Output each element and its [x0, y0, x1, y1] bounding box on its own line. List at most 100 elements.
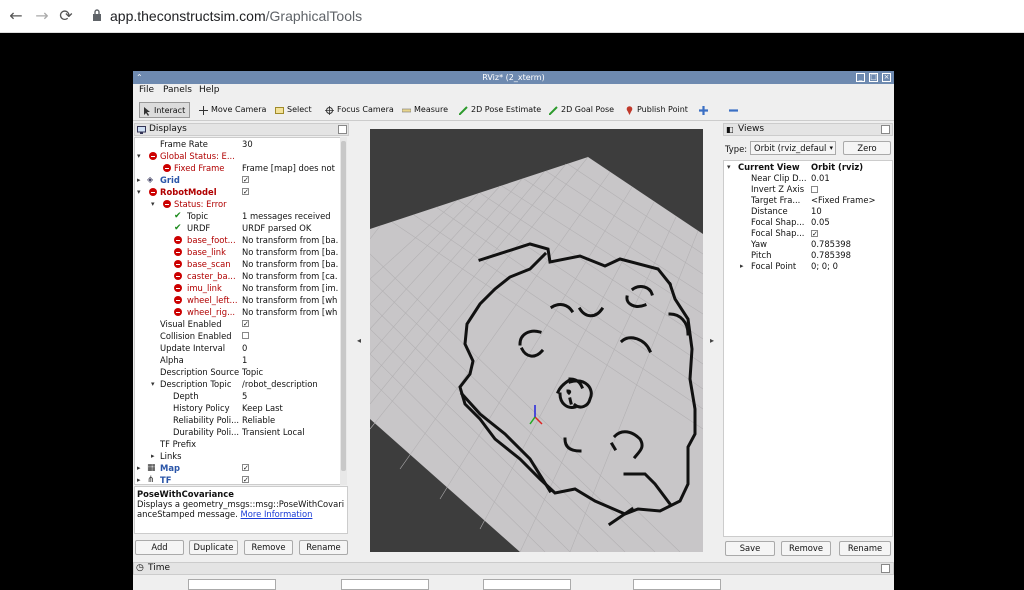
collapse-right-icon[interactable]: ▸	[710, 336, 714, 345]
expand-arrow-icon[interactable]: ▸	[740, 261, 744, 272]
tree-row-update-interval[interactable]: Update Interval 0	[135, 342, 340, 354]
grid-enabled-checkbox[interactable]: ✓	[242, 176, 249, 184]
rename-display-button[interactable]: Rename	[299, 540, 348, 555]
alpha-value[interactable]: 1	[242, 354, 338, 366]
tree-row-topic-status[interactable]: ✔ Topic 1 messages received	[135, 210, 340, 222]
remove-tool-button[interactable]	[729, 102, 741, 118]
distance-value[interactable]: 10	[811, 206, 891, 217]
view-type-select[interactable]: Orbit (rviz_defaul ▾	[750, 141, 836, 155]
select-tool-button[interactable]: Select	[275, 102, 312, 118]
menu-panels[interactable]: Panels	[163, 85, 192, 95]
add-display-button[interactable]: Add	[135, 540, 184, 555]
displays-scrollbar[interactable]	[340, 137, 347, 485]
reliability-policy-value[interactable]: Reliable	[242, 414, 338, 426]
time-undock-button[interactable]	[881, 564, 890, 573]
map-enabled-checkbox[interactable]: ✓	[242, 464, 249, 472]
focus-camera-tool-button[interactable]: Focus Camera	[325, 102, 394, 118]
menu-file[interactable]: File	[139, 85, 154, 95]
tree-row-wheel-right[interactable]: wheel_rig... No transform from [wh...	[135, 306, 340, 318]
expand-arrow-icon[interactable]: ▸	[137, 474, 141, 484]
tree-row-visual-enabled[interactable]: Visual Enabled ✓	[135, 318, 340, 330]
back-icon[interactable]: ←	[6, 6, 26, 26]
collapse-arrow-icon[interactable]: ▾	[151, 378, 155, 390]
tree-row-tf[interactable]: ▸ ⋔ TF ✓	[135, 474, 340, 484]
tree-row-depth[interactable]: Depth 5	[135, 390, 340, 402]
expand-arrow-icon[interactable]: ▸	[151, 450, 155, 462]
save-view-button[interactable]: Save	[725, 541, 775, 556]
time-field[interactable]	[633, 579, 721, 590]
time-field[interactable]	[188, 579, 276, 590]
tree-row-grid[interactable]: ▸ ◈ Grid ✓	[135, 174, 340, 186]
views-undock-button[interactable]	[881, 125, 890, 134]
description-source-value[interactable]: Topic	[242, 366, 338, 378]
robot-model-enabled-checkbox[interactable]: ✓	[242, 188, 249, 196]
tf-enabled-checkbox[interactable]: ✓	[242, 476, 249, 484]
tree-row-global-status[interactable]: ▾ Global Status: E...	[135, 150, 340, 162]
maximize-icon[interactable]: □	[869, 73, 878, 82]
tree-row-durability-policy[interactable]: Durability Poli... Transient Local	[135, 426, 340, 438]
collapse-arrow-icon[interactable]: ▾	[137, 186, 141, 198]
collapse-arrow-icon[interactable]: ▾	[137, 150, 141, 162]
tree-row-imu-link[interactable]: imu_link No transform from [im...	[135, 282, 340, 294]
tree-row-status-error[interactable]: ▾ Status: Error	[135, 198, 340, 210]
tree-row-collision-enabled[interactable]: Collision Enabled	[135, 330, 340, 342]
collision-enabled-checkbox[interactable]	[242, 332, 249, 339]
tree-row-frame-rate[interactable]: Frame Rate 30	[135, 138, 340, 150]
window-menu-icon[interactable]: ⌃	[136, 71, 143, 84]
duplicate-display-button[interactable]: Duplicate	[189, 540, 238, 555]
view-row-yaw[interactable]: Yaw 0.785398	[724, 239, 892, 250]
reload-icon[interactable]: ⟳	[56, 6, 76, 26]
invert-z-checkbox[interactable]	[811, 186, 818, 193]
minimize-icon[interactable]: _	[856, 73, 865, 82]
forward-icon[interactable]: →	[32, 6, 52, 26]
focal-point-value[interactable]: 0; 0; 0	[811, 261, 891, 272]
goal-pose-tool-button[interactable]: 2D Goal Pose	[549, 102, 614, 118]
view-row-target-frame[interactable]: Target Fra... <Fixed Frame>	[724, 195, 892, 206]
time-field[interactable]	[341, 579, 429, 590]
description-topic-value[interactable]: /robot_description	[242, 378, 338, 390]
update-interval-value[interactable]: 0	[242, 342, 338, 354]
tree-row-description-source[interactable]: Description Source Topic	[135, 366, 340, 378]
tree-row-base-footprint[interactable]: base_foot... No transform from [ba...	[135, 234, 340, 246]
view-row-near-clip[interactable]: Near Clip D... 0.01	[724, 173, 892, 184]
remove-view-button[interactable]: Remove	[781, 541, 831, 556]
tree-row-links[interactable]: ▸ Links	[135, 450, 340, 462]
tree-row-base-scan[interactable]: base_scan No transform from [ba...	[135, 258, 340, 270]
focal-shape-size-value[interactable]: 0.05	[811, 217, 891, 228]
depth-value[interactable]: 5	[242, 390, 338, 402]
rename-view-button[interactable]: Rename	[839, 541, 891, 556]
frame-rate-value[interactable]: 30	[242, 138, 338, 150]
add-tool-button[interactable]	[699, 102, 711, 118]
pose-estimate-tool-button[interactable]: 2D Pose Estimate	[459, 102, 541, 118]
tree-row-wheel-left[interactable]: wheel_left... No transform from [wh...	[135, 294, 340, 306]
scrollbar-thumb[interactable]	[341, 141, 346, 471]
tree-row-map[interactable]: ▸ ▦ Map ✓	[135, 462, 340, 474]
yaw-value[interactable]: 0.785398	[811, 239, 891, 250]
tree-row-description-topic[interactable]: ▾ Description Topic /robot_description	[135, 378, 340, 390]
tree-row-alpha[interactable]: Alpha 1	[135, 354, 340, 366]
view-row-focal-shape-fixed[interactable]: Focal Shap... ✓	[724, 228, 892, 239]
tree-row-caster[interactable]: caster_ba... No transform from [ca...	[135, 270, 340, 282]
move-camera-tool-button[interactable]: Move Camera	[199, 102, 266, 118]
tree-row-tf-prefix[interactable]: TF Prefix	[135, 438, 340, 450]
collapse-arrow-icon[interactable]: ▾	[151, 198, 155, 210]
focal-shape-fixed-checkbox[interactable]: ✓	[811, 230, 818, 238]
history-policy-value[interactable]: Keep Last	[242, 402, 338, 414]
view-row-focal-shape-size[interactable]: Focal Shap... 0.05	[724, 217, 892, 228]
tree-row-robot-model[interactable]: ▾ RobotModel ✓	[135, 186, 340, 198]
more-information-link[interactable]: More Information	[241, 509, 313, 519]
tree-row-urdf[interactable]: ✔ URDF URDF parsed OK	[135, 222, 340, 234]
view-row-focal-point[interactable]: ▸ Focal Point 0; 0; 0	[724, 261, 892, 272]
zero-view-button[interactable]: Zero	[843, 141, 891, 155]
interact-tool-button[interactable]: Interact	[139, 102, 191, 118]
measure-tool-button[interactable]: Measure	[402, 102, 448, 118]
tree-row-fixed-frame[interactable]: Fixed Frame Frame [map] does not ...	[135, 162, 340, 174]
address-bar[interactable]: app.theconstructsim.com/GraphicalTools	[110, 8, 362, 24]
durability-policy-value[interactable]: Transient Local	[242, 426, 338, 438]
visual-enabled-checkbox[interactable]: ✓	[242, 320, 249, 328]
publish-point-tool-button[interactable]: Publish Point	[625, 102, 688, 118]
view-row-invert-z[interactable]: Invert Z Axis	[724, 184, 892, 195]
collapse-left-icon[interactable]: ◂	[357, 336, 361, 345]
time-field[interactable]	[483, 579, 571, 590]
displays-undock-button[interactable]	[338, 125, 347, 134]
